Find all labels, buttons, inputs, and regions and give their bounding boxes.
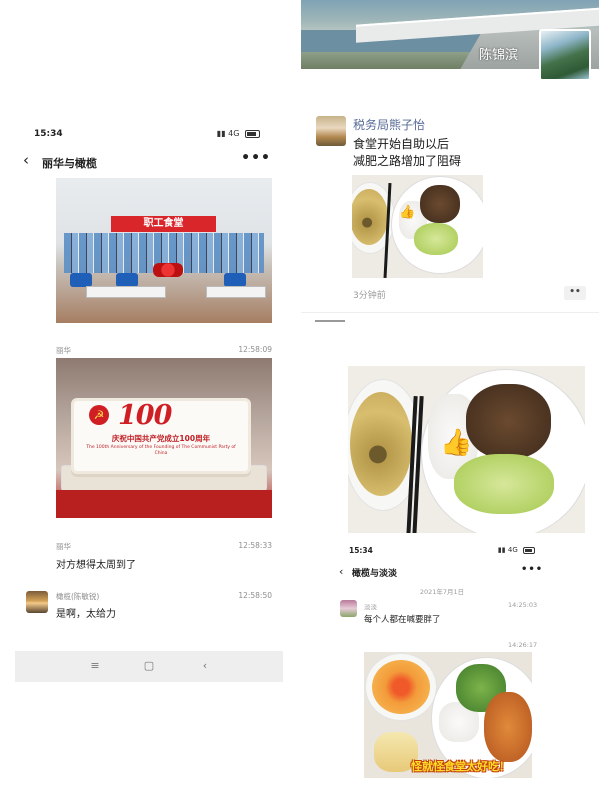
- status-time: 15:34: [349, 546, 373, 555]
- message-sender: 丽华: [56, 346, 71, 355]
- thumbs-up-sticker-icon: 👍: [399, 205, 416, 220]
- message-text: 是啊，太给力: [56, 609, 116, 620]
- dining-table: [86, 286, 166, 298]
- message-sender: 橄榄(陈敏锐): [56, 592, 100, 601]
- profile-avatar[interactable]: [539, 29, 591, 81]
- more-options-icon[interactable]: •••: [521, 564, 543, 575]
- food-closeup-photo[interactable]: 👍: [348, 366, 585, 533]
- signal-icon: ▮▮: [497, 546, 506, 554]
- thumbs-up-sticker-icon: 👍: [440, 428, 473, 458]
- back-chevron-icon[interactable]: ‹: [23, 151, 29, 169]
- message-time: 14:25:03: [508, 601, 538, 609]
- cake-english-text: The 100th Anniversary of the Founding of…: [86, 445, 236, 456]
- signal-indicator: ▮▮ 4G: [217, 129, 260, 138]
- tomato-soup: [372, 660, 430, 714]
- post-author-name[interactable]: 税务局熊子怡: [353, 116, 425, 133]
- message-sender: 丽华: [56, 542, 71, 551]
- post-timestamp: 3分钟前: [353, 291, 386, 301]
- canteen-group-photo[interactable]: 职工食堂: [56, 178, 272, 323]
- chat-header: ‹ 丽华与橄榄 •••: [15, 148, 283, 174]
- divider: [301, 312, 599, 313]
- signal-icon: ▮▮: [216, 129, 226, 138]
- message-text: 每个人都在喊要胖了: [364, 615, 441, 625]
- blue-chair: [116, 273, 138, 287]
- post-text-line: 食堂开始自助以后: [353, 137, 450, 151]
- post-text-line: 减肥之路增加了阻碍: [353, 154, 462, 168]
- cake-number: 100: [118, 400, 172, 431]
- canteen-sign: 职工食堂: [111, 216, 216, 232]
- cake-chinese-text: 庆祝中国共产党成立100周年: [111, 434, 211, 443]
- cabbage-dish: [454, 454, 554, 514]
- profile-name: 陈锦滨: [479, 48, 519, 63]
- post-author-avatar[interactable]: [316, 116, 346, 146]
- status-time: 15:34: [34, 129, 63, 139]
- blue-chair: [224, 273, 246, 287]
- blue-chair: [70, 273, 92, 287]
- post-food-photo[interactable]: 👍: [352, 175, 483, 278]
- avatar[interactable]: [340, 600, 357, 617]
- back-chevron-icon[interactable]: ‹: [339, 565, 343, 578]
- mushroom-dish: [420, 185, 460, 223]
- status-bar: 15:34 ▮▮ 4G: [15, 126, 283, 144]
- message-time: 12:58:50: [238, 591, 272, 600]
- braised-dish: [484, 692, 532, 762]
- status-bar: 15:34 ▮▮ 4G: [349, 544, 535, 558]
- mushroom-dish: [466, 384, 551, 459]
- message-time: 12:58:33: [238, 541, 272, 550]
- home-icon[interactable]: ▢: [139, 659, 159, 672]
- message-time: 12:58:09: [238, 345, 272, 354]
- image-caption: 怪就怪食堂太好吃！: [411, 760, 510, 773]
- party-emblem-icon: ☭: [89, 405, 109, 425]
- signal-indicator: ▮▮ 4G: [498, 546, 535, 554]
- avatar[interactable]: [26, 591, 48, 613]
- battery-icon: [523, 546, 535, 554]
- network-type: 4G: [228, 129, 240, 138]
- cabbage-dish: [414, 223, 458, 255]
- more-options-icon[interactable]: •••: [241, 150, 271, 166]
- chat-title: 丽华与橄榄: [42, 157, 97, 170]
- balloons: [153, 263, 183, 277]
- menu-icon[interactable]: ≡: [85, 659, 105, 672]
- date-separator: 2021年7月1日: [419, 588, 465, 596]
- anniversary-cake-photo[interactable]: ☭ 100 庆祝中国共产党成立100周年 The 100th Anniversa…: [56, 358, 272, 518]
- battery-icon: [245, 129, 260, 138]
- dining-table: [206, 286, 266, 298]
- soup: [350, 392, 412, 496]
- back-icon[interactable]: ‹: [195, 659, 215, 672]
- network-type: 4G: [507, 546, 518, 554]
- scroll-indicator: [315, 320, 345, 322]
- chat-title: 橄榄与淡淡: [352, 569, 398, 579]
- chat-screen-left: 15:34 ▮▮ 4G ‹ 丽华与橄榄 ••• 职工食堂 丽华 12:58:09…: [15, 120, 283, 682]
- system-nav-bar: ≡ ▢ ‹: [15, 651, 283, 682]
- message-text: 对方想得太周到了: [56, 560, 136, 571]
- message-time: 14:26:17: [508, 641, 538, 649]
- post-action-button[interactable]: ••: [564, 286, 586, 300]
- red-tablecloth: [56, 490, 272, 518]
- message-sender: 淡淡: [364, 603, 377, 611]
